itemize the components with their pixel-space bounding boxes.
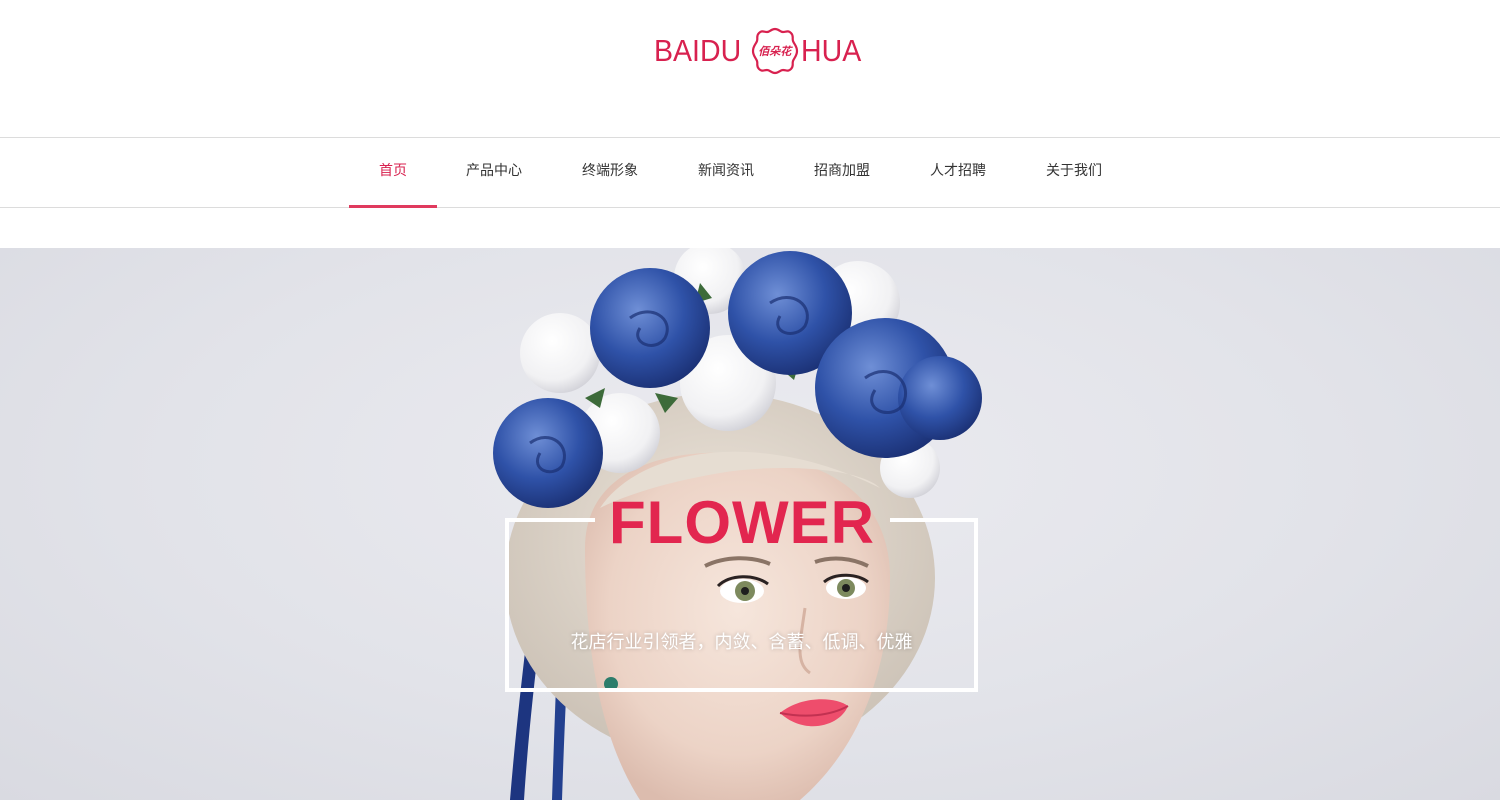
frame-bottom-line (505, 688, 978, 692)
frame-right-line (974, 518, 978, 692)
nav-item-home[interactable]: 首页 (349, 138, 437, 208)
frame-top-right-line (890, 518, 978, 522)
hero-title: FLOWER (609, 489, 875, 556)
hero-banner[interactable]: FLOWER 花店行业引领者，内敛、含蓄、低调、优雅 (0, 248, 1500, 800)
brand-logo[interactable]: BAIDU 佰朵花 HUA (654, 20, 866, 82)
nav-item-products[interactable]: 产品中心 (450, 138, 538, 207)
site-header: BAIDU 佰朵花 HUA (0, 0, 1500, 137)
frame-left-line (505, 518, 509, 692)
logo-badge-text: 佰朵花 (758, 45, 792, 58)
nav-item-franchise[interactable]: 招商加盟 (798, 138, 886, 207)
frame-top-left-line (505, 518, 595, 522)
logo-badge: 佰朵花 (750, 26, 800, 76)
nav-item-news[interactable]: 新闻资讯 (682, 138, 770, 207)
nav-item-stores[interactable]: 终端形象 (566, 138, 654, 207)
logo-text-right: HUA (800, 33, 861, 68)
main-nav: 首页 产品中心 终端形象 新闻资讯 招商加盟 人才招聘 关于我们 (0, 137, 1500, 208)
nav-item-careers[interactable]: 人才招聘 (914, 138, 1002, 207)
logo-text-left: BAIDU (654, 33, 742, 68)
nav-item-about[interactable]: 关于我们 (1030, 138, 1118, 207)
hero-subtitle: 花店行业引领者，内敛、含蓄、低调、优雅 (570, 632, 913, 653)
